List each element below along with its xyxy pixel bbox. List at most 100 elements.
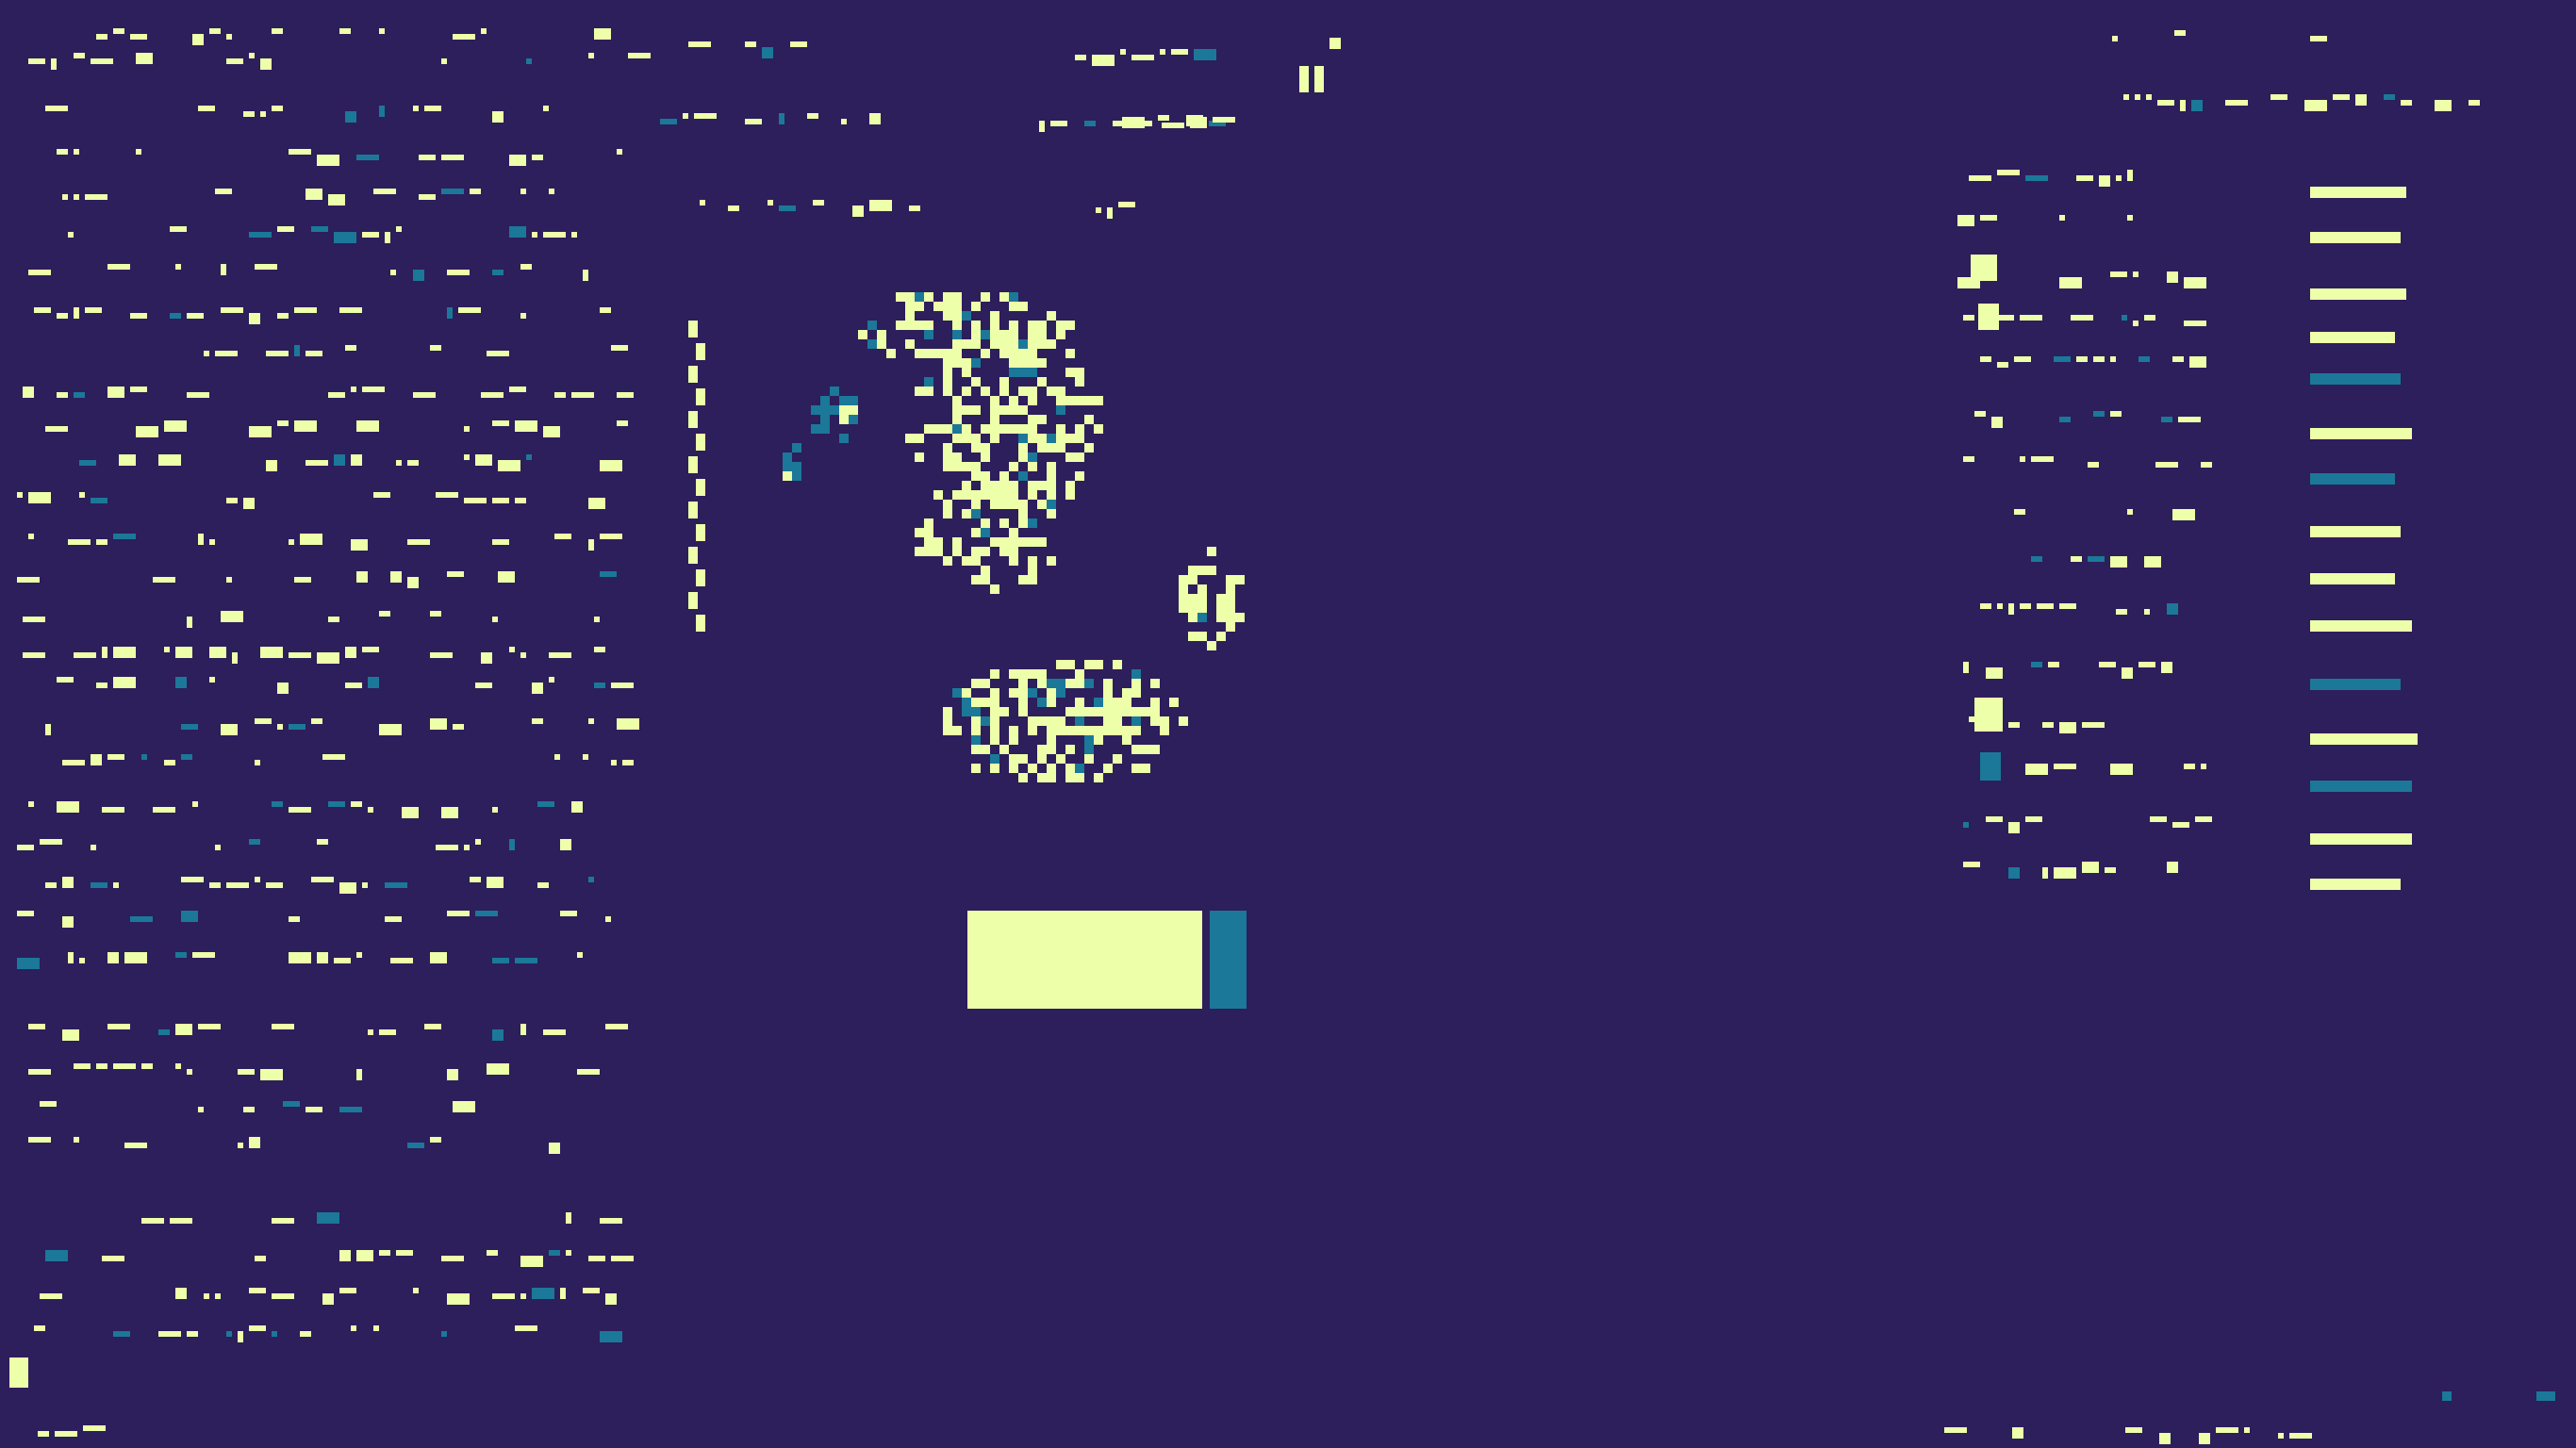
text-glyph (396, 1250, 413, 1256)
text-glyph (130, 387, 147, 392)
portrait-pixel (858, 330, 867, 339)
portrait-pixel (783, 462, 792, 471)
portrait-pixel (1037, 716, 1047, 726)
text-glyph (407, 460, 419, 466)
text-glyph (436, 492, 458, 498)
text-glyph (2014, 356, 2031, 362)
text-glyph (594, 647, 605, 652)
portrait-pixel (943, 443, 952, 452)
portrait-pixel (696, 524, 705, 541)
text-glyph (91, 845, 96, 850)
text-glyph (351, 801, 362, 807)
portrait-pixel (990, 481, 999, 490)
portrait-pixel (1018, 405, 1028, 415)
portrait-pixel (999, 405, 1009, 415)
text-glyph (577, 1069, 600, 1075)
portrait-pixel (1028, 339, 1037, 349)
text-glyph (96, 34, 107, 40)
portrait-pixel (1084, 754, 1094, 764)
text-glyph (2122, 315, 2127, 321)
text-glyph (23, 652, 45, 658)
text-glyph (447, 1293, 470, 1305)
portrait-pixel (811, 405, 820, 415)
text-glyph (2054, 356, 2071, 362)
portrait-pixel (1141, 707, 1150, 716)
text-glyph (447, 1069, 458, 1080)
text-glyph (272, 1331, 277, 1337)
text-glyph (68, 539, 91, 545)
portrait-pixel (688, 592, 698, 609)
text-glyph (1986, 816, 2003, 822)
text-glyph (807, 113, 818, 119)
text-glyph (373, 189, 396, 194)
portrait-pixel (1207, 566, 1216, 575)
text-glyph (532, 718, 543, 724)
text-glyph (2031, 662, 2042, 667)
portrait-pixel (981, 518, 990, 528)
text-glyph (2122, 667, 2133, 679)
text-glyph (204, 1293, 209, 1299)
portrait-pixel (1131, 716, 1141, 726)
portrait-pixel (783, 471, 792, 481)
portrait-pixel (962, 387, 971, 396)
portrait-pixel (962, 707, 971, 716)
text-glyph (1131, 55, 1154, 60)
text-glyph (2125, 1427, 2142, 1433)
text-glyph (583, 1288, 600, 1293)
portrait-pixel (915, 302, 924, 311)
portrait-pixel (1018, 339, 1028, 349)
portrait-pixel (990, 415, 999, 424)
text-glyph (549, 189, 554, 194)
portrait-pixel (1094, 424, 1103, 434)
portrait-pixel (1150, 716, 1160, 726)
portrait-pixel (1188, 632, 1197, 641)
text-glyph (2199, 1433, 2210, 1444)
portrait-pixel (990, 330, 999, 339)
portrait-pixel (981, 471, 990, 481)
portrait-pixel (943, 556, 952, 566)
portrait-pixel (971, 716, 981, 726)
portrait-pixel (1037, 358, 1047, 368)
text-glyph (373, 1325, 379, 1331)
portrait-pixel (943, 424, 952, 434)
text-glyph (238, 1069, 255, 1075)
text-glyph (192, 801, 198, 807)
text-glyph (272, 1218, 294, 1224)
text-glyph (2172, 356, 2184, 362)
portrait-pixel (1018, 387, 1028, 396)
portrait-pixel (1075, 396, 1084, 405)
portrait-pixel (962, 339, 971, 349)
text-glyph (2167, 272, 2178, 283)
text-glyph (334, 232, 356, 243)
portrait-pixel (1018, 773, 1028, 782)
text-glyph (588, 1256, 605, 1261)
portrait-pixel (1028, 688, 1037, 698)
text-glyph (305, 460, 328, 466)
portrait-pixel (924, 547, 933, 556)
portrait-pixel (981, 547, 990, 556)
portrait-pixel (1065, 660, 1075, 669)
portrait-pixel (1037, 500, 1047, 509)
portrait-pixel (990, 500, 999, 509)
portrait-pixel (1075, 707, 1084, 716)
text-glyph (192, 34, 204, 45)
portrait-pixel (1037, 330, 1047, 339)
portrait-pixel (1084, 415, 1094, 424)
portrait-pixel (1084, 660, 1094, 669)
text-glyph (255, 1256, 266, 1261)
value-bar (2310, 288, 2406, 300)
portrait-pixel (1065, 679, 1075, 688)
portrait-pixel (971, 575, 981, 584)
text-glyph (509, 155, 526, 166)
text-glyph (588, 539, 594, 551)
text-glyph (62, 760, 85, 765)
portrait-pixel (1028, 424, 1037, 434)
portrait-pixel (1047, 387, 1056, 396)
text-glyph (566, 1250, 571, 1256)
portrait-pixel (1150, 707, 1160, 716)
text-glyph (317, 952, 328, 963)
portrait-pixel (1075, 773, 1084, 782)
portrait-pixel (933, 302, 943, 311)
text-glyph (594, 683, 605, 688)
portrait-pixel (1103, 698, 1113, 707)
